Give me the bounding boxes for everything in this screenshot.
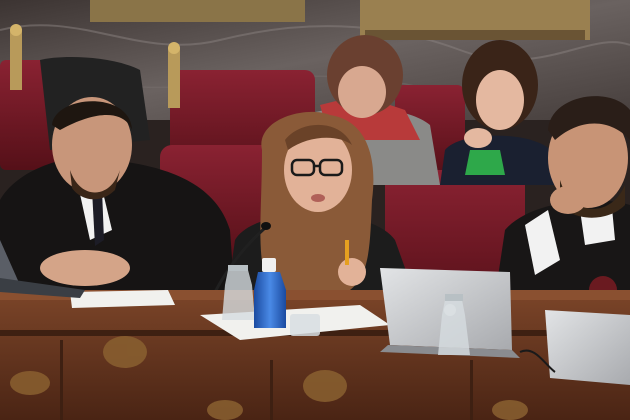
laptop-right: [545, 310, 630, 385]
drinking-glass: [290, 314, 320, 336]
scene-canvas: [0, 0, 630, 420]
courtroom-photo: [0, 0, 630, 420]
paper-stack-left: [70, 290, 175, 308]
gilded-panel-left: [90, 0, 305, 22]
